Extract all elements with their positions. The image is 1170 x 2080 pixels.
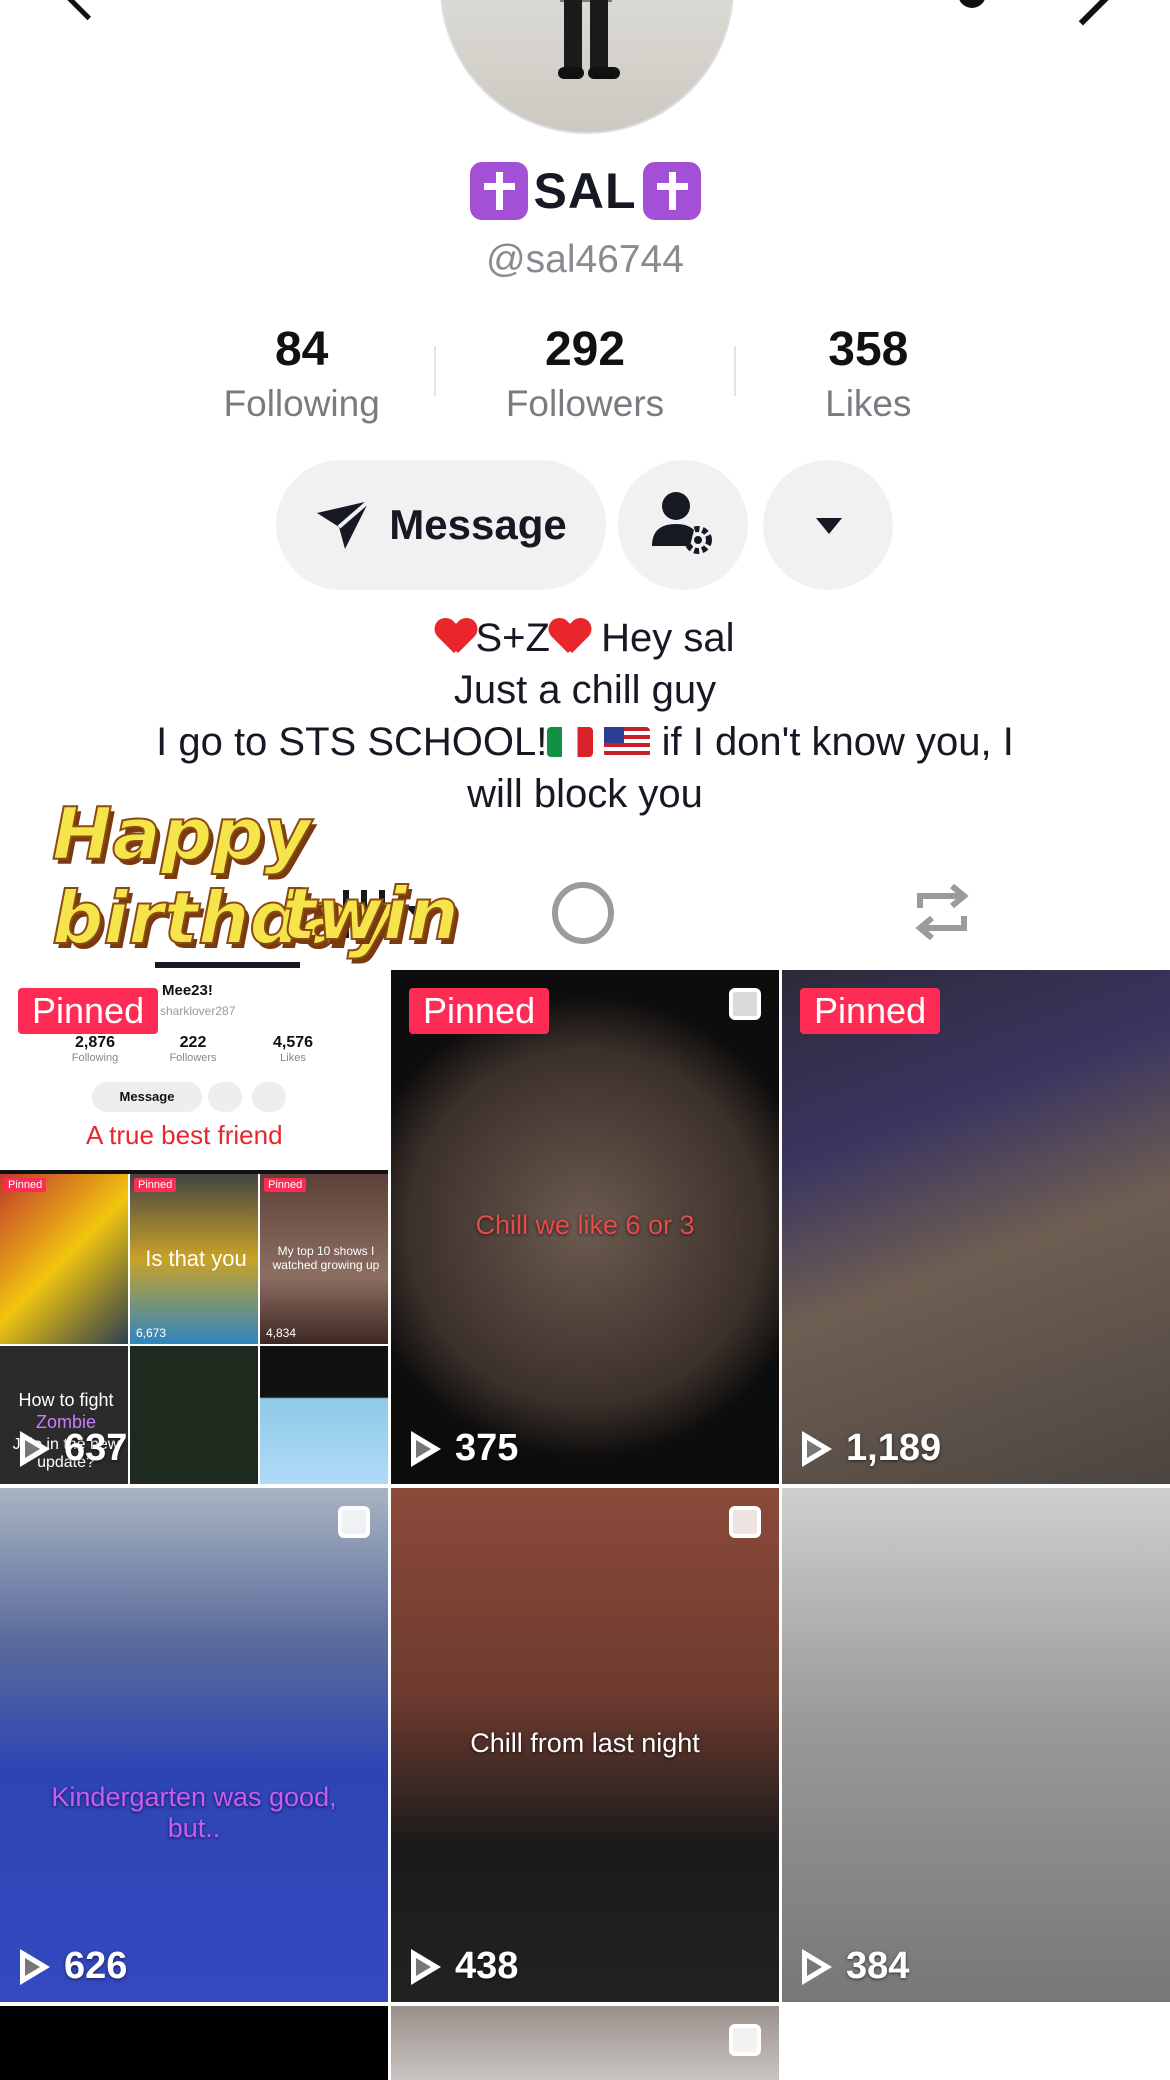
- view-count: 384: [802, 1945, 909, 1988]
- divider: [434, 346, 436, 396]
- view-count: 375: [411, 1427, 518, 1470]
- view-count: 637: [20, 1427, 127, 1470]
- mini-tile: Pinned My top 10 shows I watched growing…: [260, 1174, 388, 1344]
- video-tile[interactable]: [391, 2006, 779, 2080]
- mini-stat: 222 Followers: [169, 1034, 217, 1064]
- cross-icon: [469, 162, 528, 220]
- play-icon: [20, 1430, 50, 1467]
- play-icon: [411, 1430, 441, 1467]
- bio-line-3: I go to STS SCHOOL! if I don't know you,…: [0, 716, 1170, 768]
- profile-stats: 84 Following 292 Followers 358 Likes: [160, 322, 1010, 425]
- stat-value: 358: [828, 323, 909, 376]
- play-icon: [411, 1948, 441, 1985]
- stat-value: 84: [274, 323, 329, 376]
- stat-label: Following: [223, 383, 380, 424]
- bio: S+Z Hey sal Just a chill guy I go to STS…: [0, 612, 1170, 820]
- sticker-text: twin: [281, 871, 460, 957]
- mini-person-button: [208, 1082, 242, 1112]
- person-gear-icon: [652, 492, 712, 554]
- mini-stat: 2,876 Following: [71, 1034, 119, 1064]
- mini-tile: [130, 1346, 258, 1484]
- stat-label: Followers: [505, 383, 665, 424]
- mini-tile: [260, 1346, 388, 1484]
- video-tile[interactable]: Pinned Chill we like 6 or 3 375: [391, 970, 779, 1484]
- video-tile[interactable]: [0, 2006, 388, 2080]
- mini-name: Mee23!: [162, 982, 213, 999]
- mini-handle: sharklover287: [160, 1004, 236, 1018]
- bio-text: S+Z: [475, 616, 550, 660]
- stat-value: 292: [544, 323, 626, 376]
- video-caption: Chill we like 6 or 3: [475, 1210, 695, 1240]
- video-caption: Chill from last night: [470, 1728, 700, 1758]
- send-icon: [317, 499, 371, 549]
- mini-caption: A true best friend: [86, 1120, 283, 1150]
- view-count: 1,189: [802, 1427, 941, 1470]
- cross-icon: [642, 162, 701, 220]
- multi-post-icon: [729, 1506, 761, 1538]
- bio-line-2: Just a chill guy: [453, 668, 717, 712]
- stat-likes[interactable]: 358 Likes: [727, 322, 1010, 425]
- heart-icon: [550, 617, 590, 655]
- stat-followers[interactable]: 292 Followers: [443, 322, 726, 425]
- usa-flag-icon: [604, 727, 651, 757]
- mini-tile: Pinned: [0, 1174, 128, 1344]
- message-label: Message: [389, 501, 567, 548]
- pinned-badge: Pinned: [18, 988, 159, 1034]
- mini-dropdown-button: [252, 1082, 286, 1112]
- message-button[interactable]: Message: [276, 460, 606, 590]
- birthday-sticker: Happy birthday twin: [51, 791, 672, 972]
- play-icon: [20, 1948, 50, 1985]
- italy-flag-icon: [547, 727, 594, 757]
- video-caption: Kindergarten was good, but..: [51, 1782, 337, 1843]
- caret-down-icon: [816, 518, 842, 534]
- display-name-row: SAL: [0, 162, 1170, 220]
- mini-stat: 4,576 Likes: [272, 1034, 314, 1064]
- pinned-badge: Pinned: [409, 988, 550, 1034]
- view-count: 626: [20, 1945, 127, 1988]
- video-tile[interactable]: Pinned 1,189: [782, 970, 1170, 1484]
- bio-text: Hey sal: [589, 616, 735, 660]
- multi-post-icon: [729, 988, 761, 1020]
- mini-tile: Pinned Is that you 6,673: [130, 1174, 258, 1344]
- tab-reposts[interactable]: [910, 883, 974, 941]
- divider: [734, 346, 736, 396]
- display-name: SAL: [533, 163, 637, 219]
- video-tile[interactable]: Chill from last night 438: [391, 1488, 779, 2002]
- play-icon: [802, 1430, 832, 1467]
- notification-icon[interactable]: [958, 0, 986, 8]
- person-settings-button[interactable]: [618, 460, 748, 590]
- heart-icon: [436, 617, 476, 655]
- video-tile[interactable]: 384: [782, 1488, 1170, 2002]
- video-tile[interactable]: Mee23! sharklover287 2,876 Following 222 F…: [0, 970, 388, 1484]
- video-thumbnail: Mee23! sharklover287 2,876 Following 222 F…: [0, 970, 388, 1484]
- back-icon[interactable]: [62, 0, 113, 21]
- pinned-badge: Pinned: [800, 988, 941, 1034]
- share-icon[interactable]: [1050, 0, 1116, 26]
- bio-text: I go to STS SCHOOL!: [156, 720, 548, 764]
- repost-icon: [915, 883, 969, 941]
- multi-post-icon: [338, 1506, 370, 1538]
- view-count: 438: [411, 1945, 518, 1988]
- avatar[interactable]: [440, 0, 734, 134]
- stat-following[interactable]: 84 Following: [160, 322, 443, 425]
- more-dropdown-button[interactable]: [763, 460, 893, 590]
- mini-message-button: Message: [92, 1082, 202, 1112]
- video-tile[interactable]: Kindergarten was good, but.. 626: [0, 1488, 388, 2002]
- bio-line-1: S+Z Hey sal: [0, 612, 1170, 664]
- bio-text: if I don't know you, I: [650, 720, 1014, 764]
- username: @sal46744: [486, 238, 684, 281]
- multi-post-icon: [729, 2024, 761, 2056]
- play-icon: [802, 1948, 832, 1985]
- stat-label: Likes: [825, 383, 912, 424]
